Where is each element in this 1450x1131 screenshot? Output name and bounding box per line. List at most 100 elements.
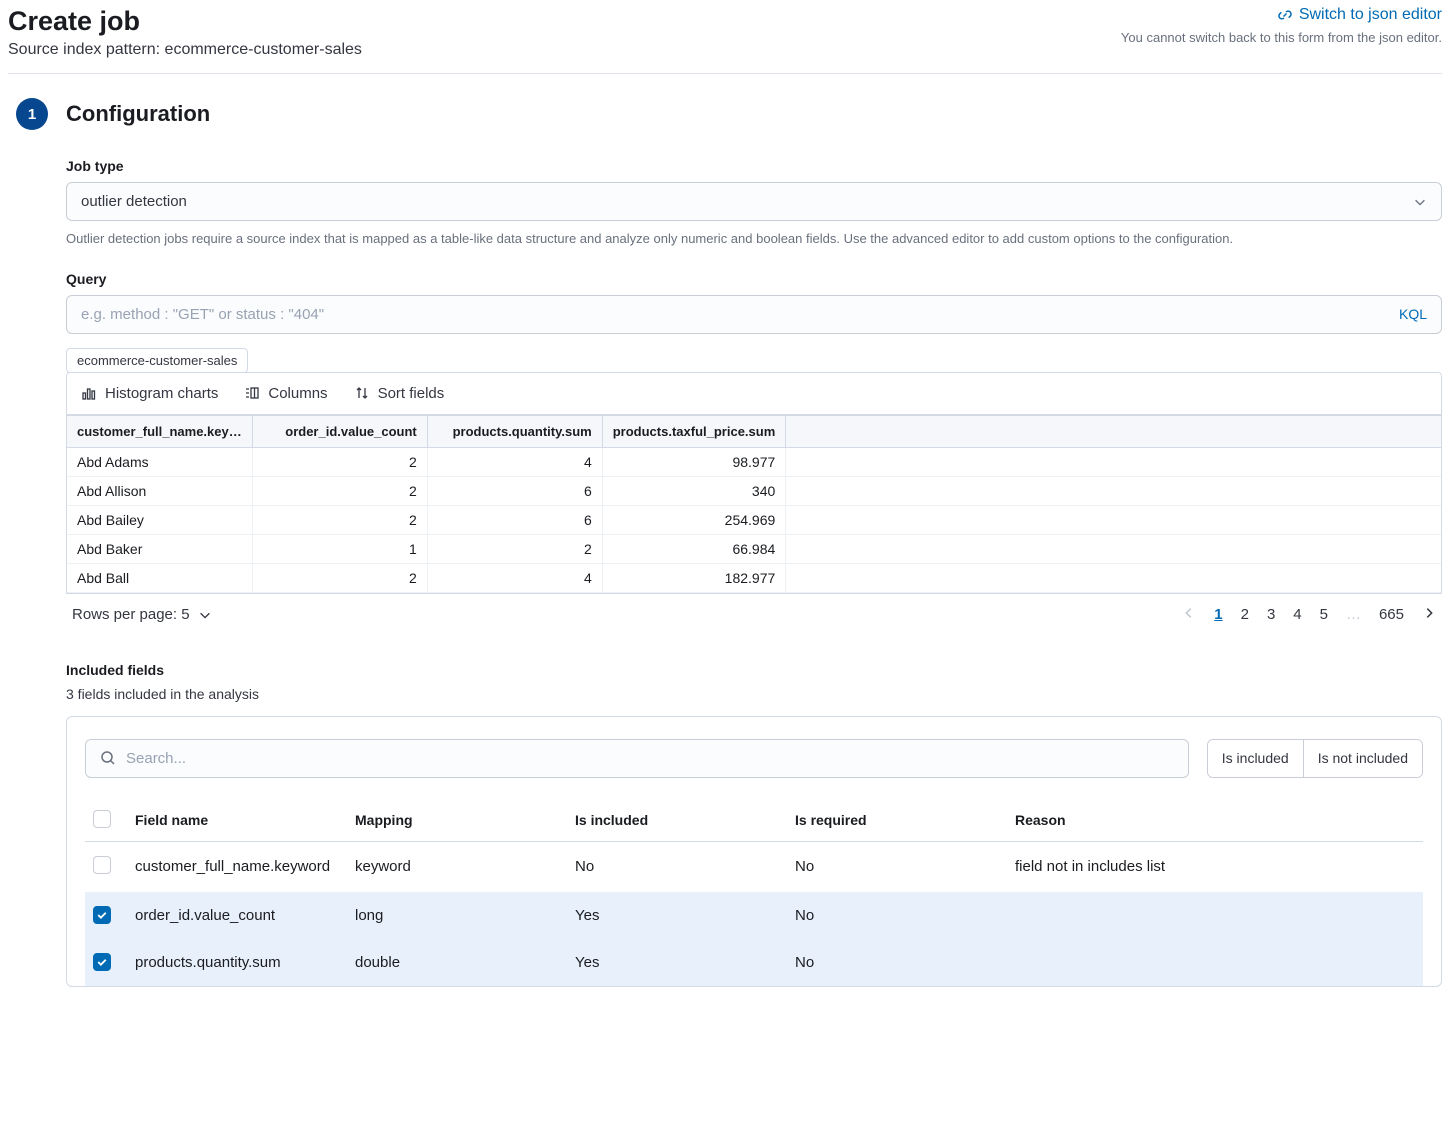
fields-col-checkbox xyxy=(85,800,127,842)
preview-table-container: customer_full_name.key… order_id.value_c… xyxy=(66,415,1442,594)
histogram-charts-button[interactable]: Histogram charts xyxy=(81,385,218,402)
step-badge: 1 xyxy=(16,98,48,130)
preview-col-1[interactable]: order_id.value_count xyxy=(252,415,427,447)
columns-button[interactable]: Columns xyxy=(244,385,327,402)
field-required-cell: No xyxy=(787,939,1007,986)
field-reason-cell xyxy=(1007,939,1423,986)
select-all-checkbox[interactable] xyxy=(93,810,111,828)
fields-col-required[interactable]: Is required xyxy=(787,800,1007,842)
query-input[interactable] xyxy=(81,306,1399,323)
switch-json-editor-label: Switch to json editor xyxy=(1299,6,1442,24)
table-row: Abd Baker1266.984 xyxy=(67,534,1441,563)
field-required-cell: No xyxy=(787,892,1007,939)
kql-button[interactable]: KQL xyxy=(1399,306,1427,322)
page-title: Create job xyxy=(8,6,362,37)
field-reason-cell: field not in includes list xyxy=(1007,841,1423,892)
cell: Abd Allison xyxy=(67,476,252,505)
cell xyxy=(786,563,1441,592)
cell: 2 xyxy=(252,505,427,534)
field-included-cell: No xyxy=(567,841,787,892)
filter-is-included[interactable]: Is included xyxy=(1208,740,1303,777)
table-row: Abd Bailey26254.969 xyxy=(67,505,1441,534)
pager-prev[interactable] xyxy=(1182,606,1196,624)
cell: 2 xyxy=(252,563,427,592)
table-row: Abd Adams2498.977 xyxy=(67,447,1441,476)
included-fields-box: Is included Is not included Field name M… xyxy=(66,716,1442,987)
field-name-cell: customer_full_name.keyword xyxy=(127,841,347,892)
field-name-cell: products.quantity.sum xyxy=(127,939,347,986)
field-reason-cell xyxy=(1007,892,1423,939)
cell xyxy=(786,534,1441,563)
cell: Abd Adams xyxy=(67,447,252,476)
fields-row[interactable]: customer_full_name.keywordkeywordNoNofie… xyxy=(85,841,1423,892)
sort-fields-button[interactable]: Sort fields xyxy=(354,385,445,402)
table-row: Abd Ball24182.977 xyxy=(67,563,1441,592)
job-type-select[interactable]: outlier detection xyxy=(66,182,1442,221)
cell xyxy=(786,447,1441,476)
cell: 66.984 xyxy=(602,534,786,563)
job-type-help: Outlier detection jobs require a source … xyxy=(66,229,1442,249)
row-checkbox[interactable] xyxy=(93,953,111,971)
index-pill[interactable]: ecommerce-customer-sales xyxy=(66,348,248,373)
pager-page-5[interactable]: 5 xyxy=(1320,606,1328,623)
sort-icon xyxy=(354,385,370,401)
cell: 2 xyxy=(252,476,427,505)
query-input-wrap[interactable]: KQL xyxy=(66,295,1442,334)
histogram-icon xyxy=(81,385,97,401)
included-fields-summary: 3 fields included in the analysis xyxy=(66,686,1442,702)
row-checkbox[interactable] xyxy=(93,856,111,874)
fields-col-included[interactable]: Is included xyxy=(567,800,787,842)
switch-json-editor-link[interactable]: Switch to json editor xyxy=(1277,6,1442,24)
preview-col-0[interactable]: customer_full_name.key… xyxy=(67,415,252,447)
job-type-value: outlier detection xyxy=(81,193,187,210)
search-icon xyxy=(100,750,116,766)
cell: 6 xyxy=(427,505,602,534)
preview-col-2[interactable]: products.quantity.sum xyxy=(427,415,602,447)
field-mapping-cell: long xyxy=(347,892,567,939)
rows-per-page-label: Rows per page: 5 xyxy=(72,606,190,623)
pager: 1 2 3 4 5 … 665 xyxy=(1182,606,1436,624)
rows-per-page-button[interactable]: Rows per page: 5 xyxy=(72,606,212,623)
fields-row[interactable]: products.quantity.sumdoubleYesNo xyxy=(85,939,1423,986)
pager-page-4[interactable]: 4 xyxy=(1293,606,1301,623)
cell: Abd Ball xyxy=(67,563,252,592)
sort-fields-label: Sort fields xyxy=(378,385,445,402)
field-included-cell: Yes xyxy=(567,939,787,986)
pager-last[interactable]: 665 xyxy=(1379,606,1404,623)
cell: 2 xyxy=(252,447,427,476)
chevron-down-icon xyxy=(198,608,212,622)
cell: 98.977 xyxy=(602,447,786,476)
field-included-cell: Yes xyxy=(567,892,787,939)
cell xyxy=(786,476,1441,505)
pager-next[interactable] xyxy=(1422,606,1436,624)
page-subtitle: Source index pattern: ecommerce-customer… xyxy=(8,41,362,59)
query-label: Query xyxy=(66,271,1442,287)
cell: 340 xyxy=(602,476,786,505)
included-fields-label: Included fields xyxy=(66,662,1442,678)
fields-col-mapping[interactable]: Mapping xyxy=(347,800,567,842)
filter-is-not-included[interactable]: Is not included xyxy=(1303,740,1422,777)
cell: 4 xyxy=(427,447,602,476)
pager-page-2[interactable]: 2 xyxy=(1241,606,1249,623)
cell: 254.969 xyxy=(602,505,786,534)
fields-col-name[interactable]: Field name xyxy=(127,800,347,842)
field-required-cell: No xyxy=(787,841,1007,892)
preview-toolbar: Histogram charts Columns Sort fields xyxy=(66,372,1442,415)
cell: 182.977 xyxy=(602,563,786,592)
row-checkbox[interactable] xyxy=(93,906,111,924)
pager-ellipsis: … xyxy=(1346,606,1361,623)
pager-page-3[interactable]: 3 xyxy=(1267,606,1275,623)
preview-col-3[interactable]: products.taxful_price.sum xyxy=(602,415,786,447)
fields-search-input[interactable] xyxy=(126,750,1174,767)
columns-icon xyxy=(244,385,260,401)
fields-col-reason[interactable]: Reason xyxy=(1007,800,1423,842)
fields-row[interactable]: order_id.value_countlongYesNo xyxy=(85,892,1423,939)
chevron-right-icon xyxy=(1422,606,1436,620)
cell: Abd Baker xyxy=(67,534,252,563)
field-mapping-cell: double xyxy=(347,939,567,986)
fields-search-wrap[interactable] xyxy=(85,739,1189,778)
pager-page-1[interactable]: 1 xyxy=(1214,606,1222,623)
preview-table: customer_full_name.key… order_id.value_c… xyxy=(67,415,1441,593)
cell: 6 xyxy=(427,476,602,505)
cell: 1 xyxy=(252,534,427,563)
